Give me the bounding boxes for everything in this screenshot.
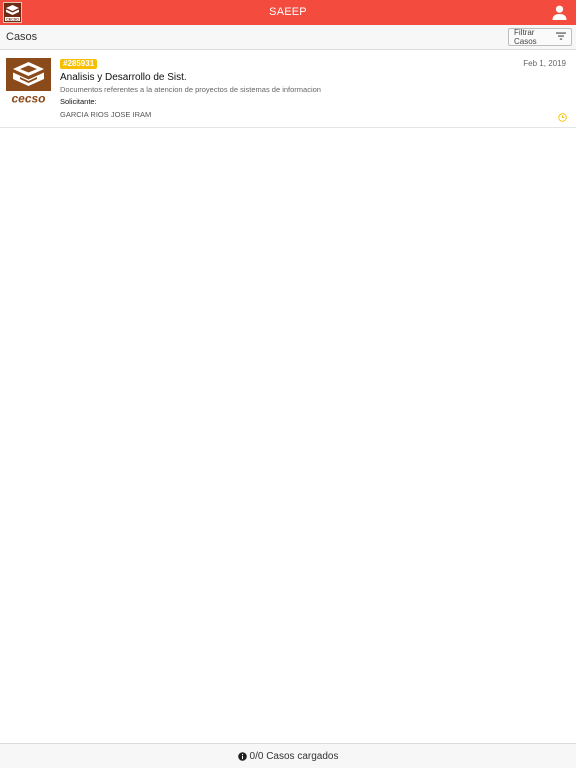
requester-label: Solicitante: (60, 97, 97, 106)
app-header: CECSO SAEEP (0, 0, 576, 25)
app-title: SAEEP (269, 6, 307, 18)
requester-name: GARCIA RIOS JOSE IRAM (60, 110, 152, 119)
case-title: Analisis y Desarrollo de Sist. (60, 72, 187, 83)
info-circle-icon (237, 751, 247, 761)
user-icon[interactable] (551, 4, 568, 21)
filter-cases-button[interactable]: Filtrar Casos (508, 28, 572, 46)
case-logo: cecso (6, 58, 51, 106)
filter-cases-label: Filtrar Casos (514, 28, 537, 46)
case-date: Feb 1, 2019 (523, 59, 566, 68)
case-description: Documentos referentes a la atencion de p… (60, 85, 321, 94)
section-title: Casos (6, 31, 38, 43)
case-list-item[interactable]: cecso #285931 Feb 1, 2019 Analisis y Des… (0, 50, 576, 128)
filter-lines-icon (556, 32, 566, 42)
status-bar: 0/0 Casos cargados (0, 743, 576, 768)
svg-text:cecso: cecso (11, 92, 45, 106)
cases-toolbar: Casos Filtrar Casos (0, 25, 576, 50)
cases-loaded-status: 0/0 Casos cargados (249, 750, 339, 762)
case-number-badge: #285931 (60, 59, 98, 69)
clock-icon (558, 109, 567, 122)
